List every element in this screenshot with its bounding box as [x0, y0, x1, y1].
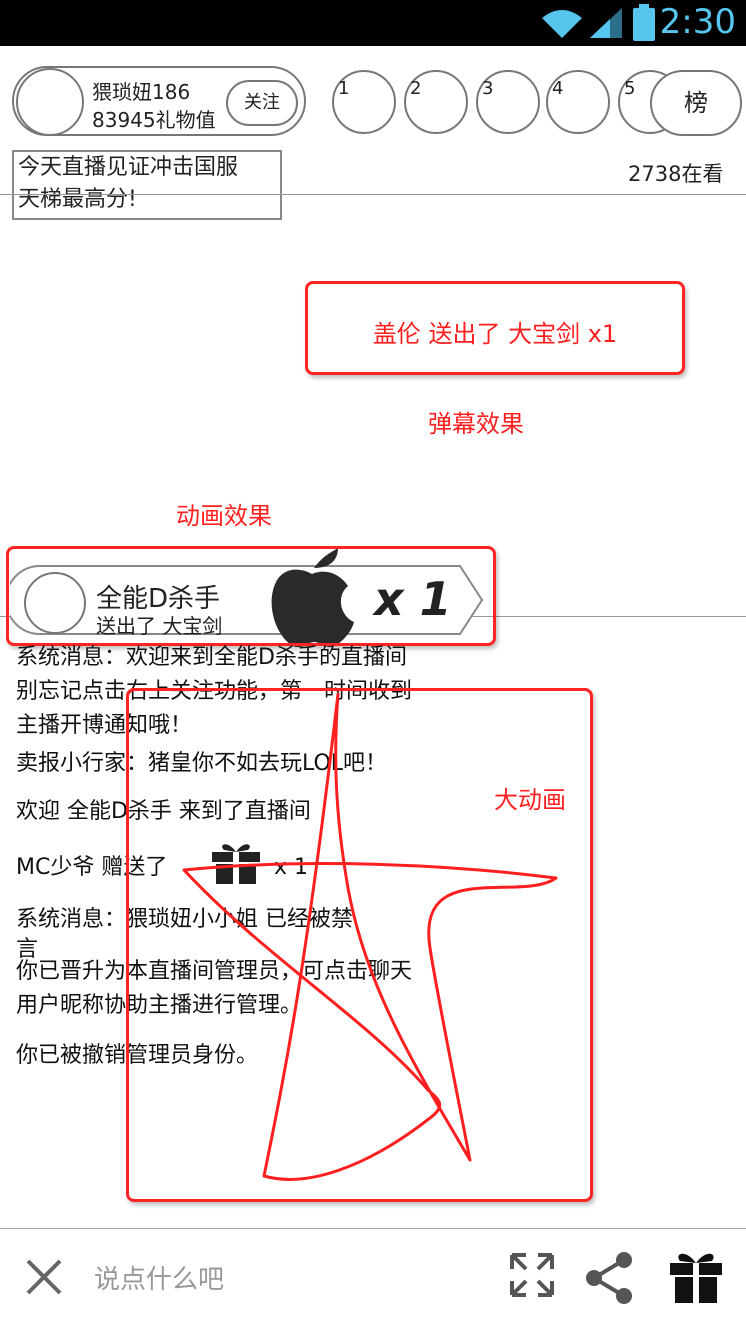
anchor-avatar[interactable]	[16, 68, 84, 136]
anchor-name: 猥琐妞186	[92, 80, 191, 104]
share-icon[interactable]	[584, 1251, 634, 1305]
rank-avatar-2[interactable]: 2	[404, 70, 468, 134]
bottom-bar: 说点什么吧	[0, 1228, 746, 1321]
rank-number: 3	[482, 78, 494, 99]
room-title: 今天直播见证冲击国服 天梯最高分!	[12, 150, 282, 220]
comment-input[interactable]: 说点什么吧	[94, 1259, 224, 1296]
star-drawing	[182, 692, 558, 1181]
rank-number: 4	[552, 78, 564, 99]
clock: 2:30	[659, 2, 736, 42]
rank-avatar-4[interactable]: 4	[546, 70, 610, 134]
danmaku-text: 盖伦 送出了 大宝剑 x1	[372, 320, 618, 348]
wifi-icon	[542, 10, 582, 38]
rank-number: 5	[624, 78, 636, 99]
status-bar: 2:30	[0, 0, 746, 46]
signal-icon	[590, 8, 622, 38]
close-icon[interactable]	[24, 1257, 64, 1297]
rank-number: 1	[338, 78, 350, 99]
danmaku-caption: 弹幕效果	[428, 410, 524, 438]
rank-number: 2	[410, 78, 422, 99]
chat-message: 系统消息：欢迎来到全能D杀手的直播间	[16, 645, 407, 670]
room-title-line: 今天直播见证冲击国服	[18, 155, 239, 180]
battery-icon	[633, 4, 655, 41]
viewer-count: 2738在看	[628, 162, 724, 186]
animation-caption: 动画效果	[176, 502, 272, 530]
rank-avatar-3[interactable]: 3	[476, 70, 540, 134]
animation-effect-box	[6, 546, 496, 646]
rank-list-button[interactable]: 榜	[650, 70, 742, 136]
anchor-gift-value: 83945礼物值	[92, 108, 216, 132]
fullscreen-icon[interactable]	[508, 1251, 556, 1299]
room-title-line: 天梯最高分!	[18, 187, 137, 212]
danmaku-box: 盖伦 送出了 大宝剑 x1	[305, 281, 685, 375]
rank-avatar-1[interactable]: 1	[332, 70, 396, 134]
gift-icon[interactable]	[668, 1247, 724, 1305]
follow-button[interactable]: 关注	[226, 80, 298, 126]
divider	[0, 194, 746, 195]
